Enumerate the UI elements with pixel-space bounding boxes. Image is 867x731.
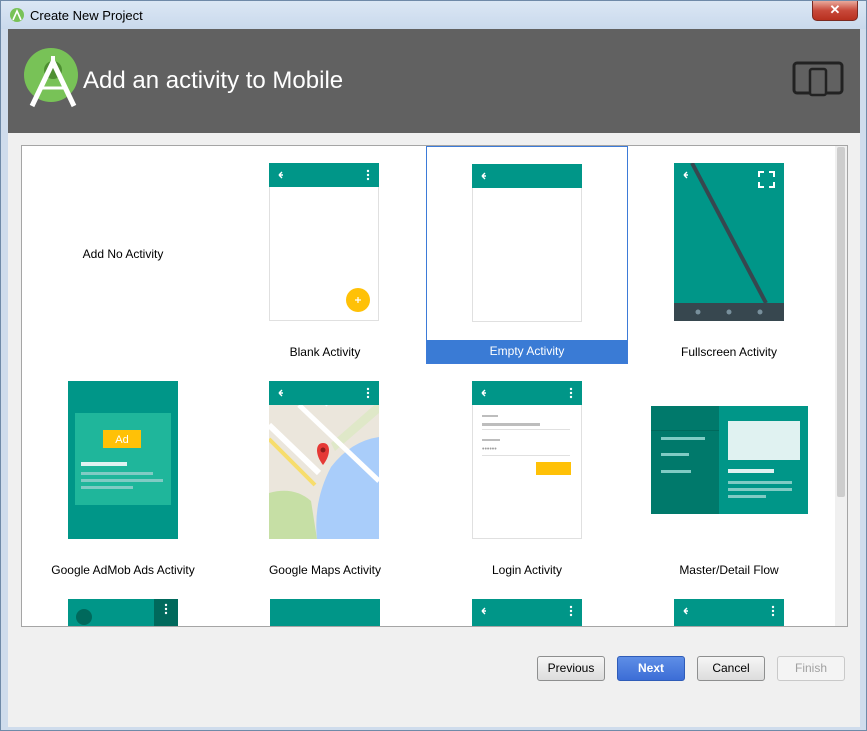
template-tile-add-no-activity[interactable]: Add No Activity [22,146,224,364]
scrolling-activity-preview[interactable] [270,599,380,627]
template-label: Google AdMob Ads Activity [51,563,195,577]
navigation-drawer-preview[interactable] [68,599,178,627]
title-bar: Create New Project ✕ [1,1,866,29]
phone-tablet-icon [792,61,844,97]
finish-button: Finish [777,656,845,681]
cancel-button[interactable]: Cancel [697,656,765,681]
previous-button[interactable]: Previous [537,656,605,681]
template-label: Blank Activity [289,345,361,359]
next-button[interactable]: Next [617,656,685,681]
close-button[interactable]: ✕ [812,1,858,21]
android-studio-icon [10,8,24,22]
template-gallery[interactable]: Add No Activity Blank Activity Empty Act… [21,145,848,627]
blank-activity-preview [269,163,379,321]
template-tile-maps-activity[interactable]: Google Maps Activity [224,364,426,582]
template-label: Empty Activity [427,340,627,363]
template-tile-empty-activity[interactable]: Empty Activity [426,146,628,364]
wizard-header: Add an activity to Mobile [8,29,860,133]
fullscreen-activity-preview [674,163,784,321]
gallery-scrollbar[interactable] [835,146,847,626]
template-label: Google Maps Activity [268,563,382,577]
settings-activity-preview[interactable] [472,599,582,627]
dialog-body: Add an activity to Mobile Add No Activit… [8,29,860,727]
master-detail-preview [651,406,808,514]
template-label: Master/Detail Flow [679,563,779,577]
template-tile-blank-activity[interactable]: Blank Activity [224,146,426,364]
admob-activity-preview: Ad [68,381,178,539]
android-studio-logo [24,48,78,108]
tabbed-activity-preview[interactable] [674,599,784,627]
template-label: Login Activity [491,563,563,577]
page-title: Add an activity to Mobile [83,67,344,94]
ad-badge-text: Ad [115,434,128,446]
template-tile-admob-activity[interactable]: Ad Google AdMob Ads Activity [22,364,224,582]
maps-activity-preview [269,381,379,539]
svg-text:••••••: •••••• [482,446,497,453]
scrollbar-thumb[interactable] [837,147,845,497]
template-tile-master-detail-flow[interactable]: Master/Detail Flow [628,364,830,582]
template-label: Add No Activity [82,247,164,261]
template-tile-fullscreen-activity[interactable]: Fullscreen Activity [628,146,830,364]
window-title: Create New Project [30,8,143,23]
login-activity-preview: •••••• [472,381,582,539]
template-label: Fullscreen Activity [680,345,778,359]
empty-activity-preview [472,164,582,322]
dialog-window: Create New Project ✕ Add an activity to … [0,0,867,731]
template-tile-login-activity[interactable]: •••••• Login Activity [426,364,628,582]
